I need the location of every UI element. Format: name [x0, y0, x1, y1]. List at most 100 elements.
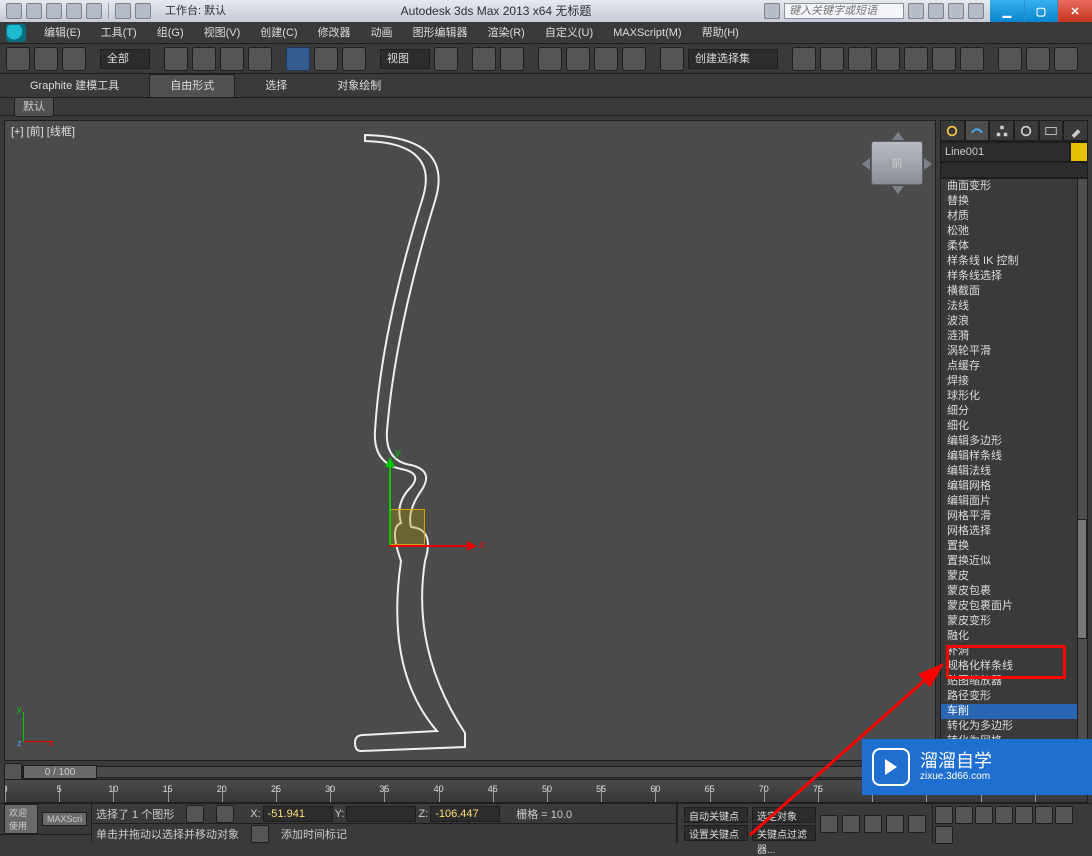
qat-new-icon[interactable]	[6, 3, 22, 19]
viewcube-right-arrow-icon[interactable]	[924, 158, 932, 170]
gizmo-x-axis[interactable]	[389, 545, 467, 547]
modifier-item[interactable]: 编辑面片	[941, 494, 1087, 509]
qat-open-icon[interactable]	[26, 3, 42, 19]
modifier-item[interactable]: 蒙皮包裹	[941, 584, 1087, 599]
named-selection-dropdown[interactable]: 创建选择集	[688, 49, 778, 69]
max-toggle-icon[interactable]	[935, 826, 953, 844]
help-icon[interactable]	[968, 3, 984, 19]
modifier-item[interactable]: 规格化样条线	[941, 659, 1087, 674]
isolate-selection-icon[interactable]	[216, 805, 234, 823]
select-and-rotate-icon[interactable]	[314, 47, 338, 71]
time-tag-icon[interactable]	[251, 825, 269, 843]
zoom-extents-icon[interactable]	[995, 806, 1013, 824]
select-manipulate-icon[interactable]	[472, 47, 496, 71]
comm-center-icon[interactable]	[928, 3, 944, 19]
select-and-move-icon[interactable]	[286, 47, 310, 71]
modifier-list[interactable]: 曲面变形替换材质松弛柔体样条线 IK 控制样条线选择横截面法线波浪涟漪涡轮平滑点…	[940, 178, 1088, 761]
menu-0[interactable]: 编辑(E)	[34, 27, 91, 39]
modifier-item[interactable]: 柔体	[941, 239, 1087, 254]
ribbon-tab-graphite[interactable]: Graphite 建模工具	[10, 75, 139, 97]
viewcube-left-arrow-icon[interactable]	[862, 158, 870, 170]
window-minimize-button[interactable]: ▁	[990, 0, 1024, 22]
schematic-view-icon[interactable]	[932, 47, 956, 71]
modifier-item[interactable]: 松弛	[941, 224, 1087, 239]
ref-coord-dropdown[interactable]: 视图	[380, 49, 430, 69]
qat-undo-icon[interactable]	[66, 3, 82, 19]
modifier-item[interactable]: 蒙皮包裹面片	[941, 599, 1087, 614]
modifier-list-dropdown[interactable]	[940, 162, 1088, 178]
link-icon[interactable]	[6, 47, 30, 71]
curve-editor-icon[interactable]	[904, 47, 928, 71]
modifier-item[interactable]: 样条线 IK 控制	[941, 254, 1087, 269]
goto-end-icon[interactable]	[908, 815, 926, 833]
window-close-button[interactable]: ✕	[1058, 0, 1092, 22]
autokey-button[interactable]: 自动关键点	[684, 807, 748, 823]
pivot-center-icon[interactable]	[434, 47, 458, 71]
select-by-name-icon[interactable]	[192, 47, 216, 71]
modifier-item[interactable]: 细分	[941, 404, 1087, 419]
spline-line001[interactable]	[315, 131, 575, 771]
percent-snap-icon[interactable]	[594, 47, 618, 71]
ribbon-tab-freeform[interactable]: 自由形式	[149, 74, 235, 97]
modifier-item[interactable]: 转化为多边形	[941, 719, 1087, 734]
pan-icon[interactable]	[935, 806, 953, 824]
modifier-item[interactable]: 法线	[941, 299, 1087, 314]
select-object-icon[interactable]	[164, 47, 188, 71]
modifier-item[interactable]: 细化	[941, 419, 1087, 434]
key-target-dropdown[interactable]: 选定对象	[752, 807, 816, 823]
cp-tab-modify[interactable]	[965, 120, 990, 141]
modifier-item[interactable]: 融化	[941, 629, 1087, 644]
viewcube-face[interactable]: 前	[892, 155, 903, 171]
add-time-tag[interactable]: 添加时间标记	[281, 826, 347, 842]
coord-z-field[interactable]	[430, 806, 500, 822]
key-filter-button[interactable]: 关键点过滤器...	[752, 825, 816, 841]
snap-toggle-icon[interactable]	[538, 47, 562, 71]
select-region-icon[interactable]	[220, 47, 244, 71]
modifier-item[interactable]: 网格平滑	[941, 509, 1087, 524]
menu-1[interactable]: 工具(T)	[91, 27, 147, 39]
viewcube-down-arrow-icon[interactable]	[892, 186, 904, 194]
modifier-item[interactable]: 路径变形	[941, 689, 1087, 704]
viewcube-up-arrow-icon[interactable]	[892, 132, 904, 140]
help-search-input[interactable]	[784, 3, 904, 19]
graphite-toggle-icon[interactable]	[876, 47, 900, 71]
orbit-icon[interactable]	[1055, 806, 1073, 824]
named-sel-edit-icon[interactable]	[660, 47, 684, 71]
play-icon[interactable]	[864, 815, 882, 833]
gizmo-x-arrow-icon[interactable]	[467, 541, 477, 551]
select-and-scale-icon[interactable]	[342, 47, 366, 71]
menu-8[interactable]: 渲染(R)	[478, 27, 535, 39]
modifier-item[interactable]: 焊接	[941, 374, 1087, 389]
modifier-scrollbar[interactable]	[1077, 179, 1087, 760]
modifier-item[interactable]: 网格选择	[941, 524, 1087, 539]
mirror-icon[interactable]	[792, 47, 816, 71]
coord-x-field[interactable]	[263, 806, 333, 822]
modifier-item[interactable]: 球形化	[941, 389, 1087, 404]
menu-2[interactable]: 组(G)	[147, 27, 194, 39]
pan-view-icon[interactable]	[1035, 806, 1053, 824]
ribbon-tab-select[interactable]: 选择	[245, 75, 307, 97]
modifier-item[interactable]: 编辑网格	[941, 479, 1087, 494]
qat-save-icon[interactable]	[46, 3, 62, 19]
cp-tab-motion[interactable]	[1014, 120, 1039, 141]
modifier-item[interactable]: 点缓存	[941, 359, 1087, 374]
selection-filter-dropdown[interactable]: 全部	[100, 49, 150, 69]
window-crossing-icon[interactable]	[248, 47, 272, 71]
rendered-frame-icon[interactable]	[1026, 47, 1050, 71]
menu-4[interactable]: 创建(C)	[250, 27, 307, 39]
zoom-all-icon[interactable]	[975, 806, 993, 824]
spinner-snap-icon[interactable]	[622, 47, 646, 71]
menu-11[interactable]: 帮助(H)	[692, 27, 749, 39]
ribbon-tab-paint[interactable]: 对象绘制	[317, 75, 401, 97]
modifier-item[interactable]: 编辑多边形	[941, 434, 1087, 449]
window-maximize-button[interactable]: ▢	[1024, 0, 1058, 22]
favorites-icon[interactable]	[948, 3, 964, 19]
modifier-item[interactable]: 置换	[941, 539, 1087, 554]
gizmo-y-axis[interactable]	[389, 467, 391, 545]
app-logo-icon[interactable]	[6, 24, 26, 42]
modifier-item[interactable]: 补洞	[941, 644, 1087, 659]
modifier-item[interactable]: 蒙皮	[941, 569, 1087, 584]
next-frame-icon[interactable]	[886, 815, 904, 833]
coord-y-field[interactable]	[346, 806, 416, 822]
menu-9[interactable]: 自定义(U)	[535, 27, 603, 39]
